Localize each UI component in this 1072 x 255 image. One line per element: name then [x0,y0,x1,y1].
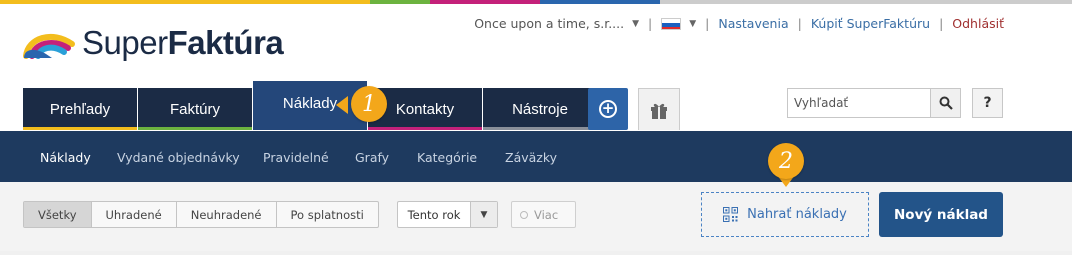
tab-label: Kontakty [395,100,455,118]
subnav-item-zavazky[interactable]: Záväzky [505,150,557,165]
more-filters-button[interactable]: Viac [511,201,576,228]
main-tabs: Prehľady Faktúry Náklady Kontakty Nástro… [23,81,598,130]
tab-color-line [368,127,482,130]
filter-overdue[interactable]: Po splatnosti [277,202,378,227]
divider [0,251,1072,255]
tab-color-line [138,127,252,130]
new-expense-button[interactable]: Nový náklad [879,192,1003,237]
search-icon [939,96,953,110]
chevron-down-icon[interactable]: ▼ [632,19,639,29]
callout-badge-2: 2 [768,143,804,179]
rainbow-logo-icon [23,33,75,59]
divider: | [648,16,653,31]
subnav-item-grafy[interactable]: Grafy [355,150,389,165]
search-input[interactable] [788,89,930,117]
upload-label: Nahrať náklady [747,207,847,222]
subnav-item-pravidelne[interactable]: Pravidelné [263,150,329,165]
help-button[interactable]: ? [972,88,1003,118]
tab-nastroje[interactable]: Nástroje [483,88,597,130]
tab-naklady[interactable]: Náklady [253,81,367,130]
divider: | [797,16,802,31]
more-label: Viac [534,207,559,222]
gift-button[interactable] [638,88,680,130]
tab-color-line [483,127,597,130]
period-value: Tento rok [398,202,471,227]
tab-label: Náklady [282,95,338,112]
tab-prehlady[interactable]: Prehľady [23,88,137,130]
gift-icon [651,103,667,119]
subnav-item-kategorie[interactable]: Kategórie [417,150,477,165]
callout-pointer [336,96,348,114]
superfaktura-logo[interactable]: SuperFaktúra [22,24,284,62]
filter-unpaid[interactable]: Neuhradené [177,202,277,227]
search-button[interactable] [930,89,960,117]
divider: | [939,16,944,31]
qr-code-icon [723,207,739,222]
brand-color-stripe [0,0,1072,4]
callout-badge-1: 1 [351,86,387,122]
company-switcher[interactable]: Once upon a time, s.r.... [474,16,624,31]
tab-label: Nástroje [512,100,568,118]
filter-all[interactable]: Všetky [24,202,92,227]
tab-faktury[interactable]: Faktúry [138,88,252,130]
filter-paid[interactable]: Uhradené [92,202,177,227]
status-filter: Všetky Uhradené Neuhradené Po splatnosti [23,201,379,228]
sub-navigation: Náklady Vydané objednávky Pravidelné Gra… [0,131,1072,182]
tab-label: Prehľady [49,100,111,118]
slovakia-flag-icon[interactable] [661,17,682,30]
chevron-down-icon[interactable]: ▼ [471,202,497,227]
subnav-item-naklady[interactable]: Náklady [40,150,91,165]
subnav-item-vydane-objednavky[interactable]: Vydané objednávky [117,150,240,165]
tab-label: Faktúry [169,100,220,118]
top-links: Once upon a time, s.r.... ▼ | ▼ | Nastav… [474,16,1004,31]
radio-icon [520,210,528,219]
divider: | [705,16,710,31]
tab-color-line [23,127,137,130]
period-select[interactable]: Tento rok ▼ [397,201,498,228]
settings-link[interactable]: Nastavenia [718,16,788,31]
add-new-button[interactable]: + [588,88,628,130]
upload-expenses-button[interactable]: Nahrať náklady [701,192,869,237]
chevron-down-icon[interactable]: ▼ [689,19,696,29]
app-page: SuperFaktúra Once upon a time, s.r.... ▼… [0,0,1072,255]
logout-link[interactable]: Odhlásiť [952,16,1004,31]
logo-text: SuperFaktúra [82,24,284,61]
search-box [787,88,961,118]
plus-icon: + [599,100,617,118]
buy-link[interactable]: Kúpiť SuperFaktúru [811,16,930,31]
